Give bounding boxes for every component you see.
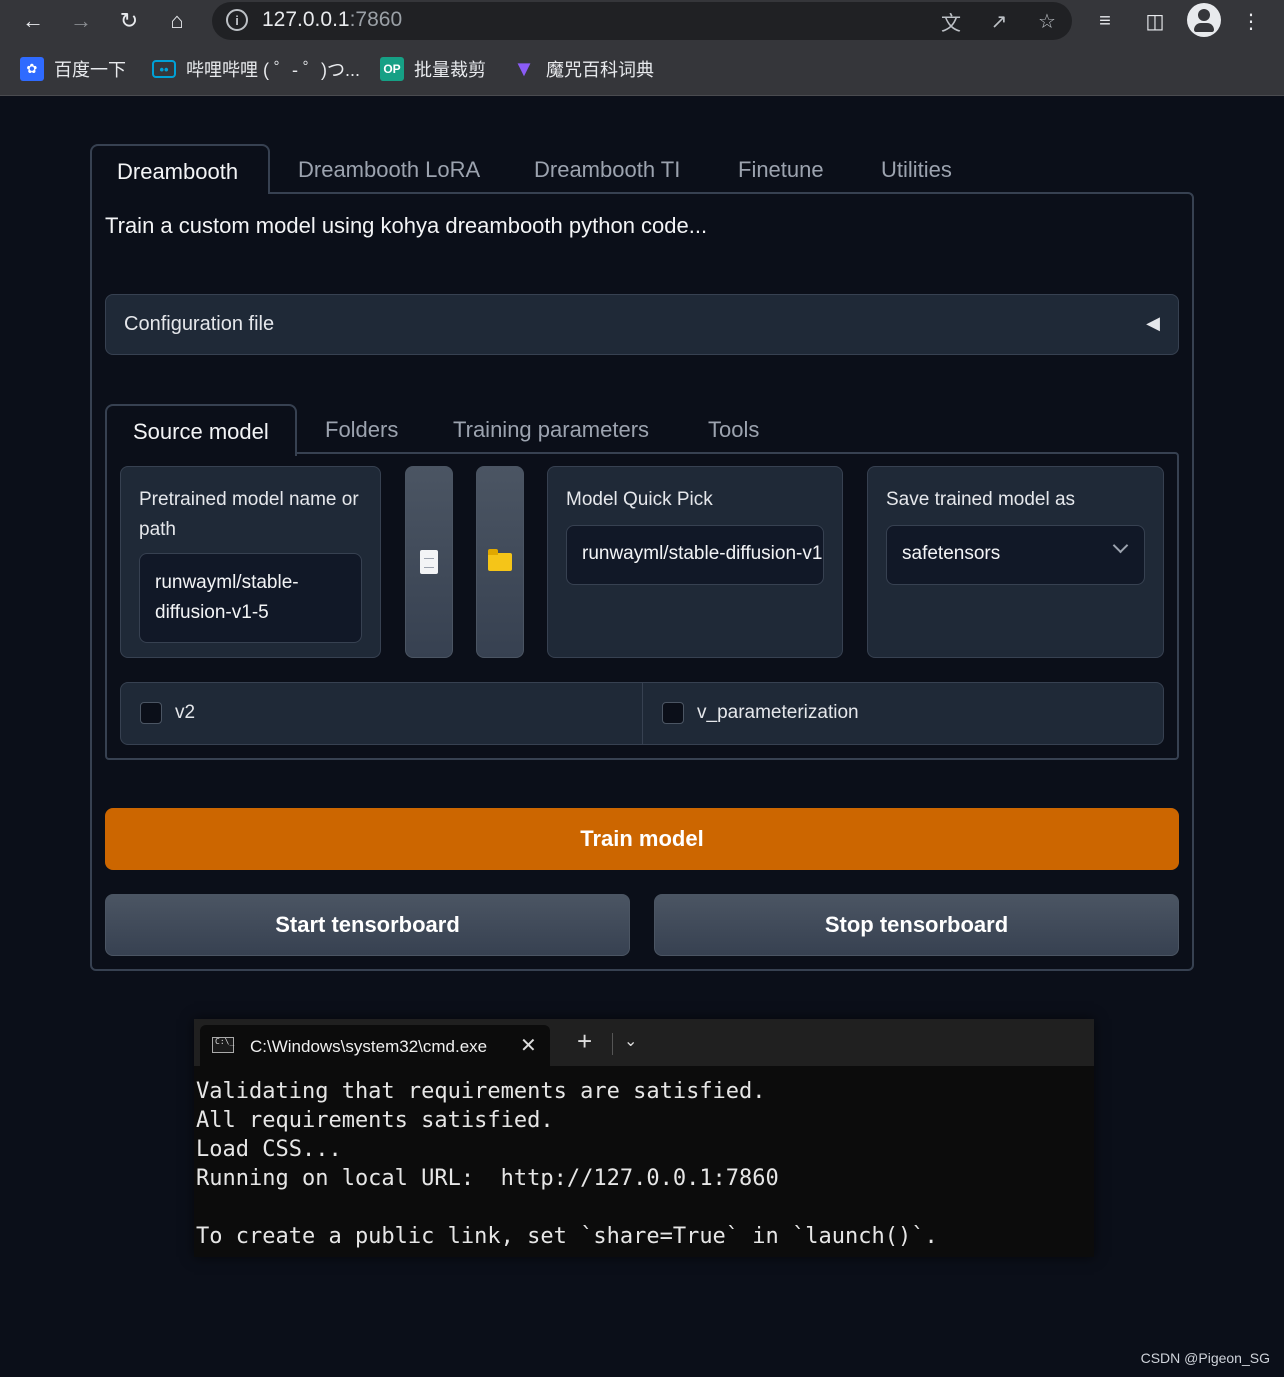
bookmark-star-icon[interactable]: ☆ [1032, 6, 1062, 36]
model-quick-pick-block: Model Quick Pick runwayml/stable-diffusi… [547, 466, 843, 658]
divider [642, 683, 643, 744]
back-icon[interactable]: ← [18, 6, 48, 36]
chevron-down-icon[interactable]: ⌄ [624, 1031, 637, 1051]
divider [612, 1033, 613, 1055]
terminal-line: To create a public link, set `share=True… [196, 1224, 938, 1249]
chevron-down-icon [1112, 537, 1129, 554]
profile-avatar-icon[interactable] [1187, 3, 1221, 37]
close-icon[interactable]: ✕ [520, 1033, 537, 1058]
bookmark-label: 哔哩哔哩 ( ゜- ゜)つ... [186, 60, 360, 80]
pretrained-model-input[interactable]: runwayml/stable-diffusion-v1-5 [139, 553, 362, 643]
url-host: 127.0.0.1 [262, 8, 350, 31]
tab-utilities[interactable]: Utilities [881, 144, 952, 194]
new-tab-plus-icon[interactable]: + [577, 1026, 592, 1057]
accordion-label: Configuration file [124, 313, 275, 335]
tab-dreambooth-lora[interactable]: Dreambooth LoRA [298, 144, 480, 194]
terminal-output: Validating that requirements are satisfi… [196, 1077, 938, 1251]
model-quick-pick-input[interactable]: runwayml/stable-diffusion-v1-5 [566, 525, 824, 585]
reading-list-icon[interactable]: ≡ [1090, 6, 1120, 36]
model-quick-pick-label: Model Quick Pick [566, 489, 713, 510]
url-port: :7860 [349, 8, 403, 31]
subtab-source-model[interactable]: Source model [105, 404, 297, 456]
save-model-as-label: Save trained model as [886, 489, 1076, 510]
configuration-file-accordion[interactable]: Configuration file ◀ [105, 294, 1179, 355]
terminal-line: Load CSS... [196, 1137, 342, 1162]
reload-icon[interactable]: ↻ [114, 6, 144, 36]
pretrained-model-label: Pretrained model name or path [139, 489, 359, 540]
url-text[interactable]: 127.0.0.1:7860 [262, 8, 402, 32]
bookmark-label: 百度一下 [54, 60, 126, 80]
browser-toolbar: ← → ↻ ⌂ i 127.0.0.1:7860 文 ↗ ☆ ≡ ◫ ⋮ [0, 0, 1284, 42]
bookmark-bilibili[interactable]: •• 哔哩哔哩 ( ゜- ゜)つ... [152, 56, 360, 82]
train-model-button[interactable]: Train model [105, 808, 1179, 870]
watermark: CSDN @Pigeon_SG [1140, 1350, 1270, 1366]
v-parameterization-label: v_parameterization [697, 702, 859, 723]
document-icon [420, 550, 438, 574]
tab-finetune[interactable]: Finetune [738, 144, 824, 194]
terminal-line: Running on local URL: http://127.0.0.1:7… [196, 1166, 779, 1191]
collapse-arrow-icon: ◀ [1146, 313, 1160, 333]
forward-icon[interactable]: → [66, 6, 96, 36]
terminal-tab-title: C:\Windows\system32\cmd.exe [250, 1037, 488, 1056]
bookmark-label: 魔咒百科词典 [546, 60, 654, 80]
terminal-window: C:\_ C:\Windows\system32\cmd.exe ✕ + ⌄ V… [194, 1019, 1094, 1257]
terminal-line: Validating that requirements are satisfi… [196, 1079, 766, 1104]
folder-icon [488, 549, 512, 571]
select-file-button[interactable] [405, 466, 453, 658]
pretrained-model-block: Pretrained model name or path runwayml/s… [120, 466, 381, 658]
cmd-icon: C:\_ [212, 1037, 234, 1053]
subtab-training-parameters[interactable]: Training parameters [453, 404, 649, 456]
op-badge-icon: OP [380, 57, 404, 81]
tab-dreambooth-ti[interactable]: Dreambooth TI [534, 144, 680, 194]
save-model-as-dropdown[interactable]: safetensors [886, 525, 1145, 585]
bookmark-baidu[interactable]: ✿ 百度一下 [20, 56, 126, 82]
page-description: Train a custom model using kohya dreambo… [105, 213, 708, 238]
share-icon[interactable]: ↗ [984, 6, 1014, 36]
magic-v-icon: ▼ [513, 56, 535, 81]
subtab-tools[interactable]: Tools [708, 404, 759, 456]
home-icon[interactable]: ⌂ [162, 6, 192, 36]
v2-label: v2 [175, 702, 196, 723]
start-tensorboard-button[interactable]: Start tensorboard [105, 894, 630, 956]
bookmark-magic-dict[interactable]: ▼ 魔咒百科词典 [512, 56, 654, 82]
kebab-menu-icon[interactable]: ⋮ [1236, 6, 1266, 36]
tab-dreambooth[interactable]: Dreambooth [90, 144, 270, 194]
site-info-icon[interactable]: i [226, 9, 248, 31]
bookmark-batch-crop[interactable]: OP 批量裁剪 [380, 56, 486, 82]
bookmark-label: 批量裁剪 [414, 60, 486, 80]
select-folder-button[interactable] [476, 466, 524, 658]
bookmarks-bar: ✿ 百度一下 •• 哔哩哔哩 ( ゜- ゜)つ... OP 批量裁剪 ▼ 魔咒百… [0, 42, 1284, 96]
v-parameterization-checkbox[interactable] [662, 702, 684, 724]
save-model-as-block: Save trained model as safetensors [867, 466, 1164, 658]
checkbox-row: v2 v_parameterization [120, 682, 1164, 745]
side-panel-icon[interactable]: ◫ [1140, 6, 1170, 36]
translate-icon[interactable]: 文 [936, 6, 966, 36]
bilibili-tv-icon: •• [152, 60, 176, 78]
terminal-tab[interactable]: C:\_ C:\Windows\system32\cmd.exe ✕ [200, 1025, 550, 1066]
v2-checkbox[interactable] [140, 702, 162, 724]
stop-tensorboard-button[interactable]: Stop tensorboard [654, 894, 1179, 956]
subtab-folders[interactable]: Folders [325, 404, 398, 456]
terminal-tab-bar: C:\_ C:\Windows\system32\cmd.exe ✕ + ⌄ [194, 1019, 1094, 1066]
baidu-paw-icon: ✿ [20, 57, 44, 81]
save-model-as-value: safetensors [902, 543, 1001, 564]
terminal-line: All requirements satisfied. [196, 1108, 554, 1133]
